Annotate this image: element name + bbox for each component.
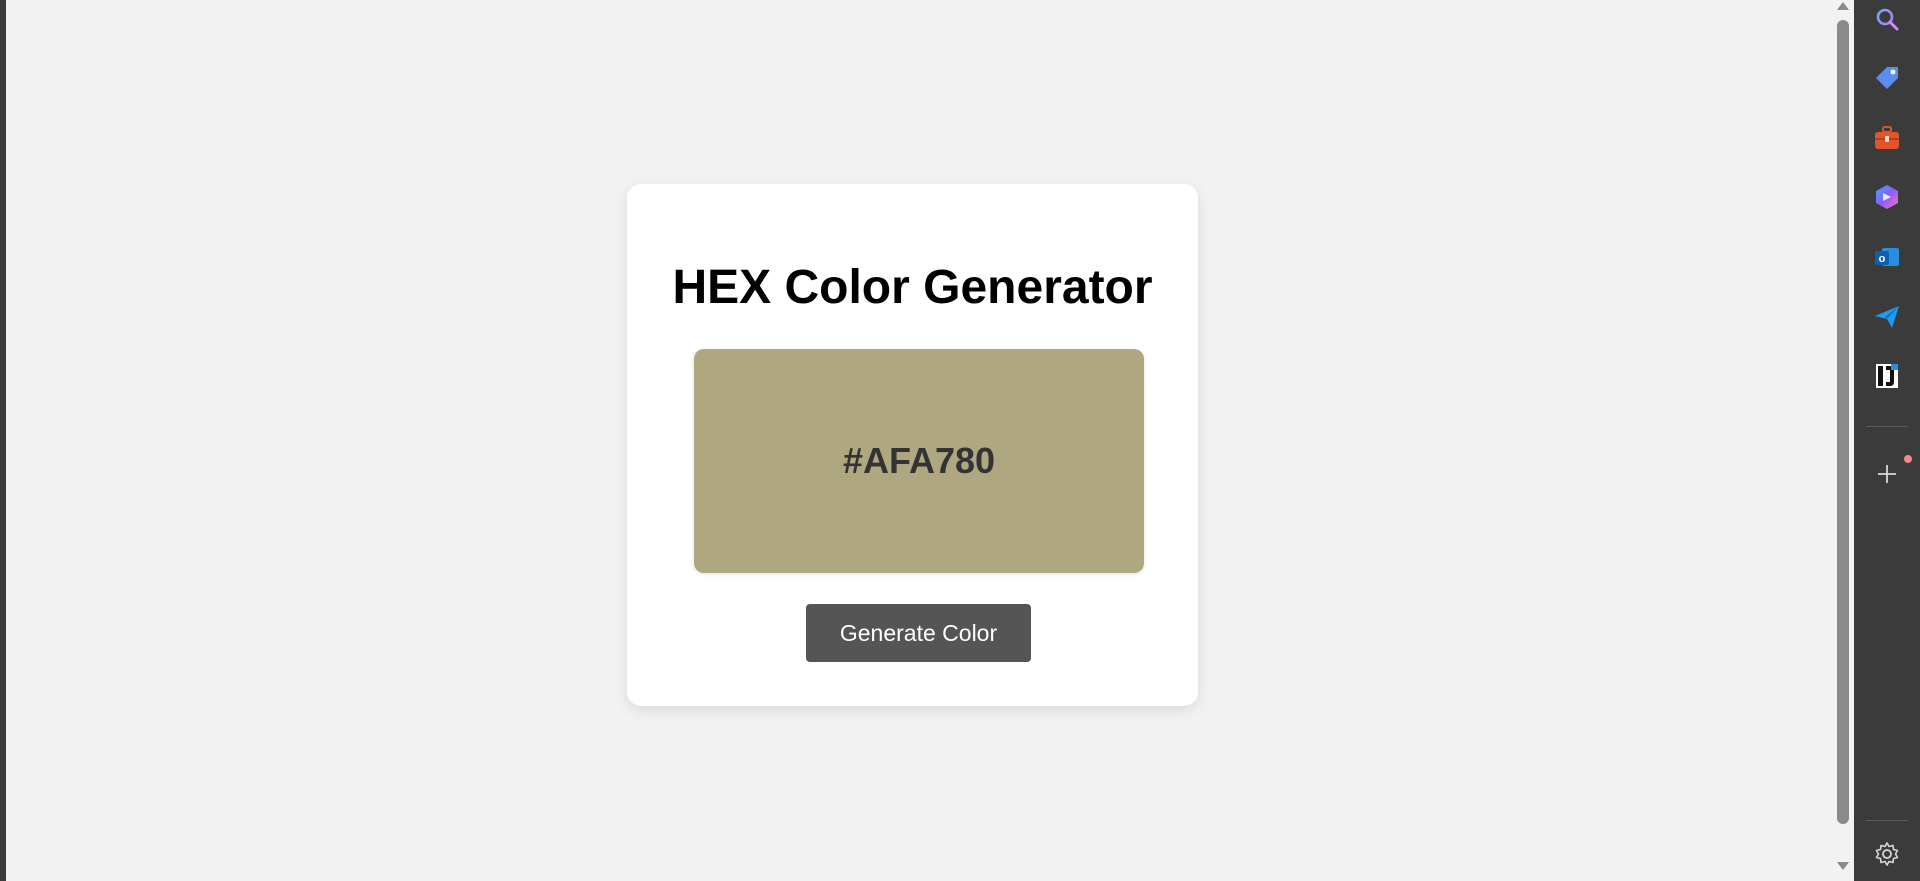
send-icon[interactable] xyxy=(1872,302,1902,332)
sidebar-divider-bottom xyxy=(1866,820,1908,821)
browser-window: HEX Color Generator #AFA780 Generate Col… xyxy=(0,0,1920,881)
edge-sidebar: o xyxy=(1854,0,1920,881)
copilot-icon[interactable] xyxy=(1872,182,1902,212)
sidebar-divider xyxy=(1866,426,1908,427)
scrollbar-thumb[interactable] xyxy=(1837,20,1849,824)
hex-code-label: #AFA780 xyxy=(842,440,996,481)
vertical-scrollbar[interactable] xyxy=(1832,0,1854,881)
plus-icon[interactable] xyxy=(1872,459,1902,489)
tag-icon[interactable] xyxy=(1872,63,1902,93)
scroll-down-arrow-icon[interactable] xyxy=(1837,862,1849,870)
search-icon[interactable] xyxy=(1872,4,1902,34)
scroll-up-arrow-icon[interactable] xyxy=(1837,2,1849,10)
gear-icon[interactable] xyxy=(1872,839,1902,869)
page-title: HEX Color Generator xyxy=(672,261,1153,314)
color-swatch: #AFA780 xyxy=(694,349,1144,573)
toolbox-icon[interactable] xyxy=(1872,123,1902,153)
svg-text:o: o xyxy=(1879,253,1886,265)
outlook-icon[interactable]: o xyxy=(1872,242,1902,272)
generate-color-button[interactable]: Generate Color xyxy=(806,604,1031,662)
app-icon[interactable] xyxy=(1872,361,1902,391)
notification-dot xyxy=(1904,455,1912,463)
